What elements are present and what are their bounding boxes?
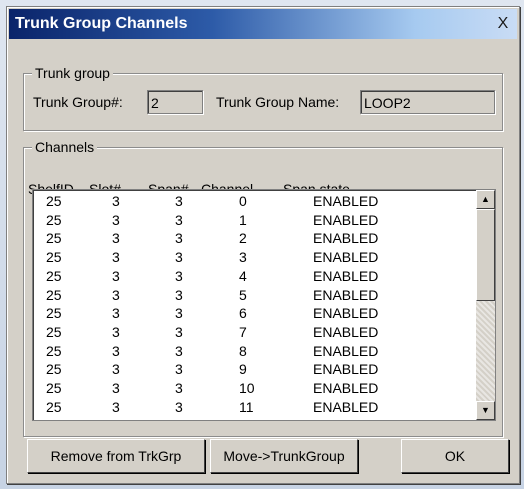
table-cell: ENABLED: [313, 398, 379, 415]
table-cell: 25: [46, 361, 62, 378]
table-cell: 3: [112, 267, 120, 284]
table-cell: 25: [46, 380, 62, 396]
table-cell: 3: [175, 193, 183, 209]
table-cell: 25: [46, 267, 62, 284]
table-cell: 0: [239, 193, 247, 209]
table-cell: ENABLED: [313, 211, 379, 228]
table-row[interactable]: 25 3 3 8 ENABLED: [33, 342, 473, 359]
scrollbar-thumb[interactable]: [476, 209, 495, 301]
table-cell: 3: [112, 361, 120, 378]
table-cell: 3: [112, 211, 120, 228]
table-row[interactable]: 25 3 3 4 ENABLED: [33, 267, 473, 284]
table-cell: 25: [46, 230, 62, 247]
table-cell: 3: [175, 323, 183, 340]
table-cell: 3: [239, 249, 247, 266]
table-row[interactable]: 25 3 3 7 ENABLED: [33, 323, 473, 340]
table-cell: 3: [112, 305, 120, 322]
table-cell: 8: [239, 342, 247, 359]
table-cell: 3: [175, 305, 183, 322]
table-row[interactable]: 25 3 3 10 ENABLED: [33, 381, 473, 396]
trunk-group-name-label: Trunk Group Name:: [216, 94, 340, 110]
table-cell: 3: [175, 380, 183, 396]
table-cell: 3: [112, 342, 120, 359]
close-icon[interactable]: X: [493, 14, 513, 34]
table-cell: 3: [175, 342, 183, 359]
trunk-group-number-field[interactable]: 2: [147, 90, 203, 114]
arrow-up-icon[interactable]: ▲: [476, 190, 495, 209]
table-row[interactable]: 25 3 3 3 ENABLED: [33, 250, 473, 265]
table-cell: 2: [239, 230, 247, 247]
table-cell: 3: [112, 380, 120, 396]
table-cell: ENABLED: [313, 230, 379, 247]
table-row[interactable]: 25 3 3 9 ENABLED: [33, 362, 473, 377]
table-cell: 3: [175, 267, 183, 284]
table-cell: 3: [175, 211, 183, 228]
table-cell: 3: [112, 323, 120, 340]
table-row[interactable]: 25 3 3 5 ENABLED: [33, 286, 473, 303]
table-cell: 9: [239, 361, 247, 378]
table-cell: 3: [112, 286, 120, 303]
table-cell: ENABLED: [313, 380, 379, 396]
table-cell: ENABLED: [313, 193, 379, 209]
move-to-trunk-group-button[interactable]: Move->TrunkGroup: [210, 439, 358, 473]
table-cell: ENABLED: [313, 249, 379, 266]
table-cell: 6: [239, 305, 247, 322]
vertical-scrollbar[interactable]: ▲ ▼: [476, 190, 495, 420]
arrow-down-icon[interactable]: ▼: [476, 401, 495, 420]
trunk-group-box: Trunk group Trunk Group#: 2 Trunk Group …: [23, 65, 503, 131]
table-cell: 3: [112, 230, 120, 247]
table-row[interactable]: 25 3 3 2 ENABLED: [33, 231, 473, 246]
table-cell: 25: [46, 286, 62, 303]
table-cell: ENABLED: [313, 267, 379, 284]
ok-button[interactable]: OK: [401, 439, 509, 473]
table-cell: 3: [175, 361, 183, 378]
table-cell: 25: [46, 249, 62, 266]
title-bar: Trunk Group Channels X: [9, 9, 517, 39]
table-cell: 4: [239, 267, 247, 284]
table-cell: 25: [46, 323, 62, 340]
table-cell: ENABLED: [313, 361, 379, 378]
remove-from-trunk-group-button[interactable]: Remove from TrkGrp: [27, 439, 205, 473]
table-cell: ENABLED: [313, 323, 379, 340]
table-cell: 3: [175, 249, 183, 266]
table-row[interactable]: 25 3 3 0 ENABLED: [33, 194, 473, 209]
table-cell: 1: [239, 211, 247, 228]
table-cell: 11: [239, 398, 254, 415]
dialog-title: Trunk Group Channels: [15, 15, 188, 32]
table-cell: 25: [46, 211, 62, 228]
table-cell: 25: [46, 193, 62, 209]
table-row[interactable]: 25 3 3 1 ENABLED: [33, 211, 473, 228]
table-cell: 3: [175, 286, 183, 303]
table-cell: 3: [175, 230, 183, 247]
channels-legend: Channels: [32, 139, 98, 155]
table-cell: 10: [239, 380, 255, 396]
table-cell: 3: [112, 398, 120, 415]
table-cell: ENABLED: [313, 342, 379, 359]
table-cell: ENABLED: [313, 286, 379, 303]
table-row[interactable]: 25 3 3 11 ENABLED: [33, 398, 473, 415]
trunk-group-name-field[interactable]: LOOP2: [360, 90, 495, 114]
table-cell: 3: [112, 249, 120, 266]
trunk-group-channels-dialog: Trunk Group Channels X Trunk group Trunk…: [6, 6, 520, 484]
table-row[interactable]: 25 3 3 6 ENABLED: [33, 306, 473, 321]
table-cell: 3: [175, 398, 183, 415]
table-cell: ENABLED: [313, 305, 379, 322]
trunk-group-legend: Trunk group: [32, 65, 113, 81]
table-cell: 25: [46, 398, 62, 415]
table-cell: 5: [239, 286, 247, 303]
table-cell: 3: [112, 193, 120, 209]
trunk-group-number-label: Trunk Group#:: [33, 94, 123, 110]
channels-list[interactable]: 25 3 3 0 ENABLED 25 3 3 1 ENABLED 25 3 3 2 ENABLED 25 3 3…: [32, 189, 496, 421]
table-cell: 7: [239, 323, 247, 340]
table-cell: 25: [46, 342, 62, 359]
table-cell: 25: [46, 305, 62, 322]
